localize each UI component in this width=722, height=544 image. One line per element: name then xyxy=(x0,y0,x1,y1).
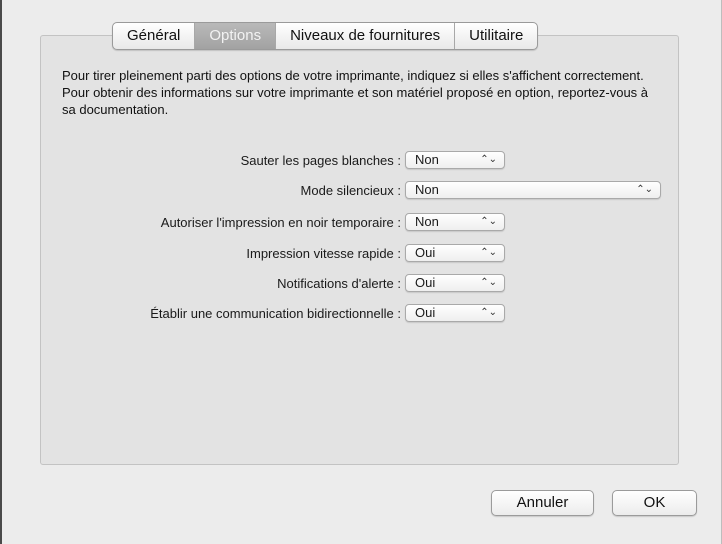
select-arrows-icon: ⌃⌄ xyxy=(480,216,497,227)
tab-supply-levels[interactable]: Niveaux de fournitures xyxy=(276,23,456,49)
option-row-bidirectional-communication: Établir une communication bidirectionnel… xyxy=(0,303,722,323)
select-value: Non xyxy=(415,152,439,167)
option-label: Établir une communication bidirectionnel… xyxy=(150,305,401,321)
cancel-button[interactable]: Annuler xyxy=(491,490,594,516)
select-arrows-icon: ⌃⌄ xyxy=(636,184,653,195)
high-speed-printing-select[interactable]: Oui ⌃⌄ xyxy=(405,244,505,262)
option-row-high-speed-printing: Impression vitesse rapide : Oui ⌃⌄ xyxy=(0,243,722,263)
select-arrows-icon: ⌃⌄ xyxy=(480,307,497,318)
quiet-mode-select[interactable]: Non ⌃⌄ xyxy=(405,181,661,199)
ok-button[interactable]: OK xyxy=(612,490,697,516)
select-arrows-icon: ⌃⌄ xyxy=(480,277,497,288)
select-value: Oui xyxy=(415,275,436,290)
tab-options[interactable]: Options xyxy=(195,23,277,49)
tab-utility[interactable]: Utilitaire xyxy=(455,23,537,49)
option-row-alert-notifications: Notifications d'alerte : Oui ⌃⌄ xyxy=(0,273,722,293)
alert-notifications-select[interactable]: Oui ⌃⌄ xyxy=(405,274,505,292)
option-label: Autoriser l'impression en noir temporair… xyxy=(160,214,401,230)
option-row-quiet-mode: Mode silencieux : Non ⌃⌄ xyxy=(0,180,722,200)
select-value: Oui xyxy=(415,245,436,260)
intro-text: Pour tirer pleinement parti des options … xyxy=(62,68,649,117)
option-label: Mode silencieux : xyxy=(300,182,401,198)
option-label: Sauter les pages blanches : xyxy=(240,152,401,168)
option-label: Impression vitesse rapide : xyxy=(246,245,401,261)
temp-black-printing-select[interactable]: Non ⌃⌄ xyxy=(405,213,505,231)
option-row-temp-black-printing: Autoriser l'impression en noir temporair… xyxy=(0,212,722,232)
tab-bar: Général Options Niveaux de fournitures U… xyxy=(112,22,539,50)
tab-general[interactable]: Général xyxy=(113,23,196,49)
select-value: Non xyxy=(415,214,439,229)
select-arrows-icon: ⌃⌄ xyxy=(480,247,497,258)
option-label: Notifications d'alerte : xyxy=(277,275,401,291)
option-row-skip-blank-pages: Sauter les pages blanches : Non ⌃⌄ xyxy=(0,150,722,170)
bidirectional-communication-select[interactable]: Oui ⌃⌄ xyxy=(405,304,505,322)
select-value: Non xyxy=(415,182,439,197)
select-arrows-icon: ⌃⌄ xyxy=(480,154,497,165)
select-value: Oui xyxy=(415,305,436,320)
skip-blank-pages-select[interactable]: Non ⌃⌄ xyxy=(405,151,505,169)
